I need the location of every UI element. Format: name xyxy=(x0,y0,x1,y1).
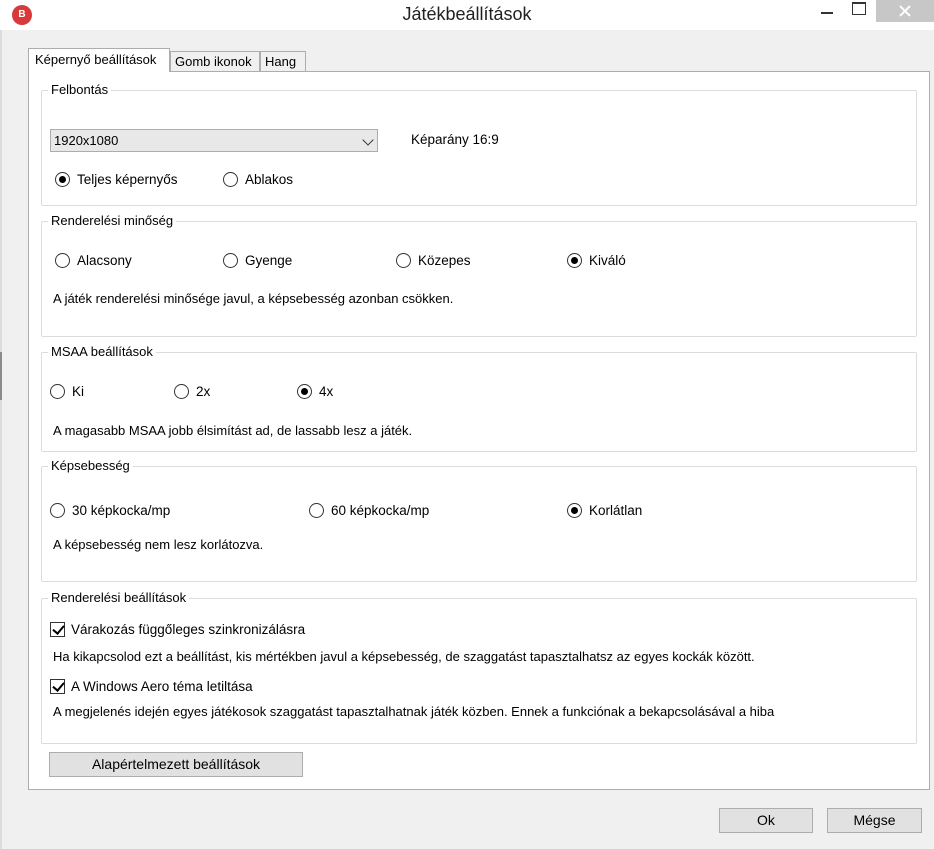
framerate-group: Képsebesség 30 képkocka/mp 60 képkocka/m… xyxy=(41,458,917,582)
radio-circle xyxy=(174,384,189,399)
msaa-group: MSAA beállítások Ki 2x 4x A magasabb MSA… xyxy=(41,344,917,452)
checkmark-icon xyxy=(50,679,65,694)
radio-label: Teljes képernyős xyxy=(77,172,178,187)
radio-label: Gyenge xyxy=(245,253,293,268)
tab-display-settings[interactable]: Képernyő beállítások xyxy=(28,48,170,72)
aspect-ratio-label: Képarány 16:9 xyxy=(411,132,499,147)
checkbox-label: A Windows Aero téma letiltása xyxy=(71,679,253,694)
radio-label: Közepes xyxy=(418,253,471,268)
radio-circle xyxy=(223,172,238,187)
render-settings-group-title: Renderelési beállítások xyxy=(48,590,190,606)
radio-circle xyxy=(396,253,411,268)
resolution-group: Felbontás 1920x1080 Képarány 16:9 Teljes… xyxy=(41,82,917,206)
settings-panel: Felbontás 1920x1080 Képarány 16:9 Teljes… xyxy=(28,71,930,790)
resolution-group-title: Felbontás xyxy=(48,82,112,98)
framerate-group-title: Képsebesség xyxy=(48,458,133,474)
aero-description: A megjelenés idején egyes játékosok szag… xyxy=(53,704,775,719)
radio-label: 30 képkocka/mp xyxy=(72,503,171,518)
window-title: Játékbeállítások xyxy=(402,4,532,24)
checkmark-icon xyxy=(50,622,65,637)
radio-circle xyxy=(223,253,238,268)
radio-label: Ki xyxy=(72,384,85,399)
render-settings-group: Renderelési beállítások Várakozás függől… xyxy=(41,590,917,744)
reset-defaults-button[interactable]: Alapértelmezett beállítások xyxy=(49,752,303,777)
radio-circle xyxy=(567,503,582,518)
resolution-selected-value: 1920x1080 xyxy=(54,133,119,148)
radio-label: Kiváló xyxy=(589,253,626,268)
radio-label: Alacsony xyxy=(77,253,132,268)
msaa-description: A magasabb MSAA jobb élsimítást ad, de l… xyxy=(53,423,413,438)
minimize-button[interactable] xyxy=(810,0,844,22)
cancel-button[interactable]: Mégse xyxy=(827,808,922,833)
framerate-description: A képsebesség nem lesz korlátozva. xyxy=(53,537,264,552)
radio-label: 60 képkocka/mp xyxy=(331,503,430,518)
chevron-down-icon xyxy=(362,134,374,146)
resolution-dropdown[interactable]: 1920x1080 xyxy=(50,129,378,152)
radio-circle xyxy=(567,253,582,268)
radio-label: Korlátlan xyxy=(589,503,643,518)
radio-circle xyxy=(55,253,70,268)
render-quality-group-title: Renderelési minőség xyxy=(48,213,177,229)
radio-label: 4x xyxy=(319,384,334,399)
maximize-button[interactable] xyxy=(842,0,876,22)
radio-label: Ablakos xyxy=(245,172,294,187)
radio-circle xyxy=(50,384,65,399)
msaa-group-title: MSAA beállítások xyxy=(48,344,156,360)
render-quality-description: A játék renderelési minősége javul, a ké… xyxy=(53,291,454,306)
vsync-description: Ha kikapcsolod ezt a beállítást, kis mér… xyxy=(53,649,755,664)
radio-circle xyxy=(55,172,70,187)
checkbox-label: Várakozás függőleges szinkronizálásra xyxy=(71,622,306,637)
render-quality-group: Renderelési minőség Alacsony Gyenge Köze… xyxy=(41,213,917,337)
title-bar: B Játékbeállítások xyxy=(0,0,934,30)
tab-button-icons[interactable]: Gomb ikonok xyxy=(170,51,260,72)
radio-circle xyxy=(50,503,65,518)
close-button[interactable] xyxy=(876,0,934,22)
ok-button[interactable]: Ok xyxy=(719,808,813,833)
tab-sound[interactable]: Hang xyxy=(260,51,306,72)
window-left-notch xyxy=(0,352,2,400)
radio-circle xyxy=(309,503,324,518)
window-left-edge xyxy=(0,30,2,849)
radio-label: 2x xyxy=(196,384,211,399)
radio-circle xyxy=(297,384,312,399)
